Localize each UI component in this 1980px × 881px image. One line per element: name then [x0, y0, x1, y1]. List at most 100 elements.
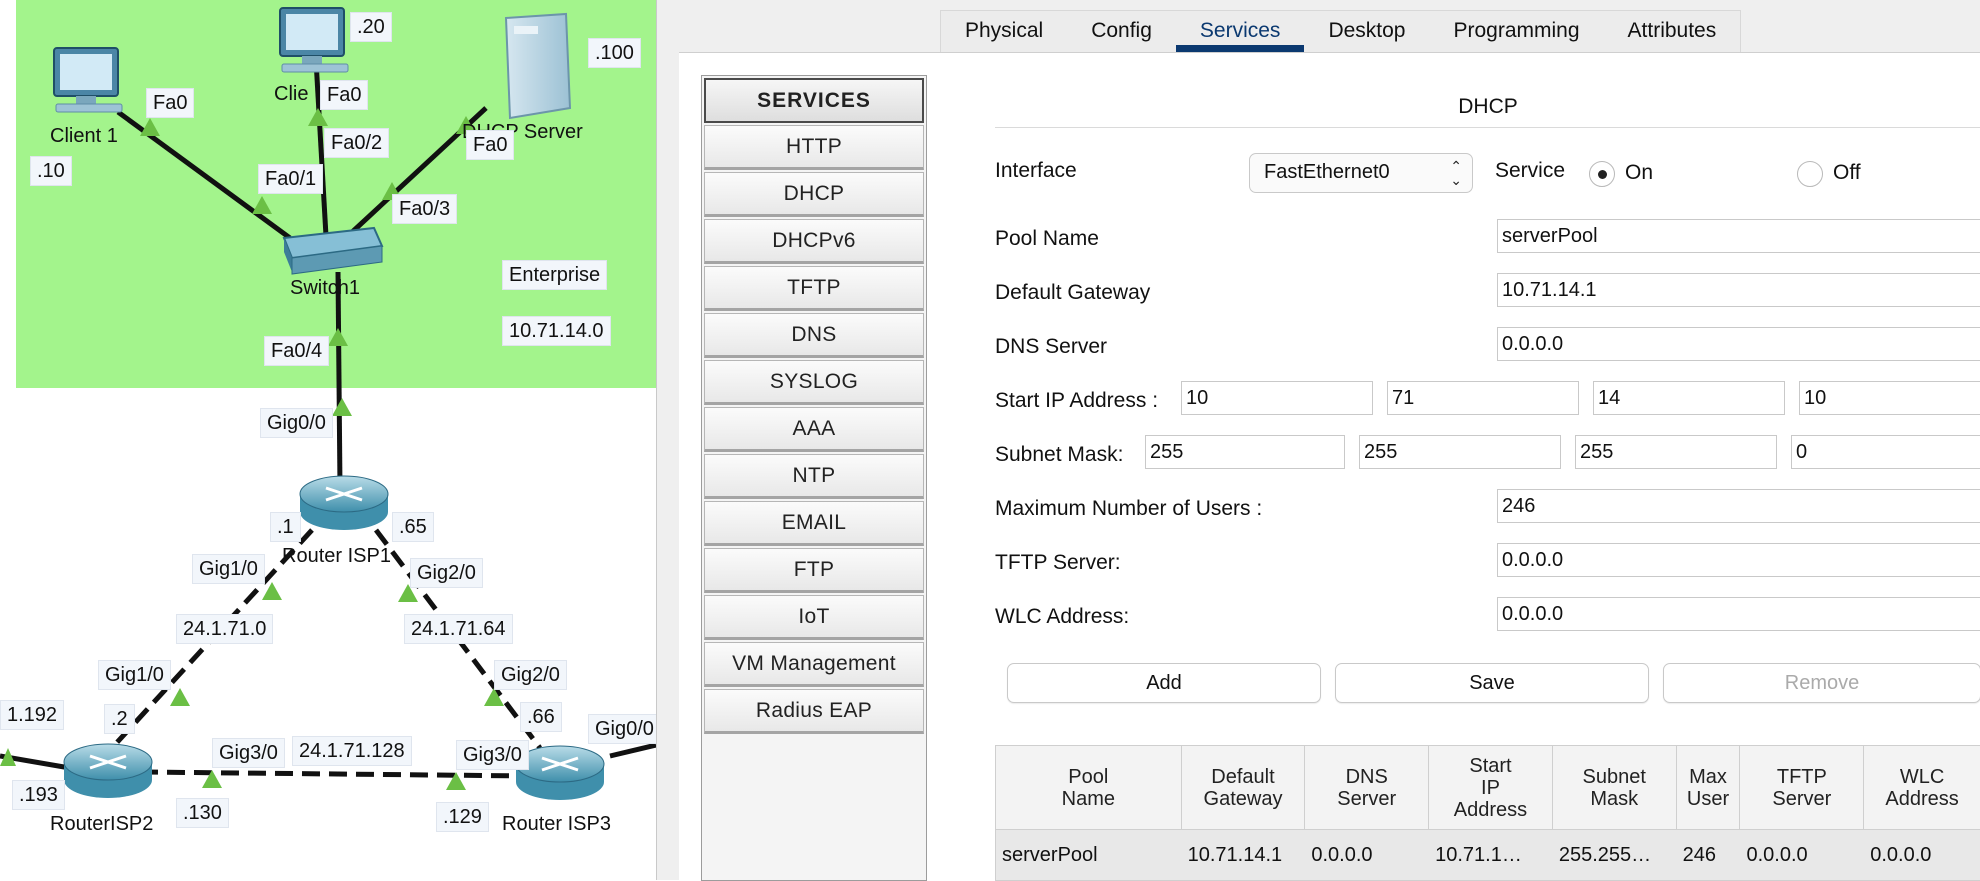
start-ip-octet-2[interactable]: [1387, 381, 1579, 415]
service-on-label: On: [1625, 161, 1654, 184]
cell-wlc-address: 0.0.0.0: [1870, 843, 1932, 866]
cell-start-ip: 10.71.1…: [1435, 843, 1522, 866]
tftp-server-label: TFTP Server:: [995, 551, 1121, 574]
switch1-name: Switch1: [290, 277, 361, 299]
table-row[interactable]: serverPool 10.71.14.1 0.0.0.0 10.71.1… 2…: [996, 830, 1980, 880]
client1-name: Client 1: [50, 125, 118, 147]
add-button[interactable]: Add: [1007, 663, 1321, 703]
services-menu-header: SERVICES: [704, 78, 924, 123]
services-menu: SERVICES HTTP DHCP DHCPv6 TFTP DNS SYSLO…: [701, 75, 927, 881]
dns-server-input[interactable]: [1497, 327, 1980, 361]
switch-fa03-label: Fa0/3: [392, 194, 458, 224]
r3-gig20-label: Gig2/0: [494, 660, 567, 690]
max-users-label: Maximum Number of Users :: [995, 497, 1263, 520]
cell-subnet-mask: 255.255…: [1558, 843, 1652, 866]
subnet-mask-octet-4[interactable]: [1791, 435, 1980, 469]
service-item-vm-management[interactable]: VM Management: [704, 642, 924, 687]
max-users-input[interactable]: [1497, 489, 1980, 523]
radio-selected-dot: [1598, 170, 1607, 179]
col-default-gateway: Default Gateway: [1182, 746, 1306, 829]
r2-gig30-label: Gig3/0: [212, 738, 285, 768]
col-start-ip: Start IP Address: [1429, 746, 1553, 829]
service-item-radius-eap[interactable]: Radius EAP: [704, 689, 924, 734]
r3-ip129-label: .129: [436, 802, 489, 832]
subnet-mask-octet-2[interactable]: [1359, 435, 1561, 469]
left-net-label: 1.192: [0, 700, 65, 730]
r1-ip1-label: .1: [270, 512, 301, 542]
col-max-user: Max User: [1677, 746, 1741, 829]
pool-name-label: Pool Name: [995, 227, 1099, 250]
wlc-address-label: WLC Address:: [995, 605, 1130, 628]
pool-name-input[interactable]: [1497, 219, 1980, 253]
r2-ip2-label: .2: [104, 704, 135, 734]
client1-port-label: Fa0: [146, 88, 195, 118]
start-ip-octet-3[interactable]: [1593, 381, 1785, 415]
router-isp1-name: Router ISP1: [282, 545, 391, 567]
tab-attributes[interactable]: Attributes: [1604, 11, 1741, 53]
services-content: SERVICES HTTP DHCP DHCPv6 TFTP DNS SYSLO…: [679, 52, 1980, 881]
chevron-up-down-icon: ⌃ ⌄: [1450, 158, 1462, 188]
tab-config[interactable]: Config: [1067, 11, 1176, 53]
router-isp3-icon: [515, 745, 605, 800]
tab-services[interactable]: Services: [1175, 11, 1305, 53]
service-off-radio[interactable]: [1797, 161, 1823, 187]
service-on-radio[interactable]: [1589, 161, 1615, 187]
col-wlc-address: WLC Address: [1885, 765, 1959, 810]
switch-fa01-label: Fa0/1: [258, 164, 324, 194]
tab-physical[interactable]: Physical: [941, 11, 1067, 53]
r2-ip130-label: .130: [176, 798, 229, 828]
service-item-email[interactable]: EMAIL: [704, 501, 924, 546]
subnet-mask-label: Subnet Mask:: [995, 443, 1124, 466]
service-item-ftp[interactable]: FTP: [704, 548, 924, 593]
r1-ip65-label: .65: [392, 512, 434, 542]
service-item-syslog[interactable]: SYSLOG: [704, 360, 924, 405]
start-ip-octet-4[interactable]: [1799, 381, 1980, 415]
default-gateway-input[interactable]: [1497, 273, 1980, 307]
server-port-label: Fa0: [466, 130, 515, 160]
dns-server-label: DNS Server: [995, 335, 1108, 358]
service-item-aaa[interactable]: AAA: [704, 407, 924, 452]
cell-dns-server: 0.0.0.0: [1311, 843, 1373, 866]
device-config-window: Physical Config Services Desktop Program…: [656, 0, 1980, 881]
client1-ip-label: .10: [30, 156, 72, 186]
default-gateway-label: Default Gateway: [995, 281, 1151, 304]
interface-select[interactable]: FastEthernet0 ⌃ ⌄: [1249, 153, 1473, 193]
net-24-1-71-64-label: 24.1.71.64: [404, 614, 513, 644]
cell-tftp-server: 0.0.0.0: [1746, 843, 1808, 866]
net-24-1-71-0-label: 24.1.71.0: [176, 614, 274, 644]
subnet-mask-octet-1[interactable]: [1145, 435, 1345, 469]
service-item-dhcp[interactable]: DHCP: [704, 172, 924, 217]
net-24-1-71-128-label: 24.1.71.128: [292, 736, 412, 766]
service-item-tftp[interactable]: TFTP: [704, 266, 924, 311]
subnet-mask-octet-3[interactable]: [1575, 435, 1777, 469]
r1-gig10-label: Gig1/0: [192, 554, 265, 584]
topology-canvas[interactable]: Client 1 Fa0 .10 .20 Clie Fa0 .100 DHCP …: [0, 0, 661, 880]
router-isp2-name: RouterISP2: [50, 813, 154, 835]
tab-desktop[interactable]: Desktop: [1304, 11, 1429, 53]
service-item-dhcpv6[interactable]: DHCPv6: [704, 219, 924, 264]
wlc-address-input[interactable]: [1497, 597, 1980, 631]
dhcp-server-icon: [504, 12, 572, 120]
dhcp-title: DHCP: [995, 81, 1980, 128]
tftp-server-input[interactable]: [1497, 543, 1980, 577]
service-off-label: Off: [1833, 161, 1861, 184]
client2-name: Clie: [274, 83, 309, 105]
col-subnet-mask: Subnet Mask: [1553, 746, 1677, 829]
start-ip-octet-1[interactable]: [1181, 381, 1373, 415]
start-ip-label: Start IP Address :: [995, 389, 1159, 412]
cell-default-gateway: 10.71.14.1: [1187, 843, 1283, 866]
service-item-http[interactable]: HTTP: [704, 125, 924, 170]
r3-ip66-label: .66: [520, 702, 562, 732]
router-isp3-name: Router ISP3: [502, 813, 611, 835]
router-isp1-icon: [299, 475, 389, 530]
service-item-iot[interactable]: IoT: [704, 595, 924, 640]
service-item-dns[interactable]: DNS: [704, 313, 924, 358]
remove-button[interactable]: Remove: [1663, 663, 1980, 703]
dhcp-panel: DHCP Interface FastEthernet0 ⌃ ⌄ Service …: [995, 81, 1980, 881]
switch-fa02-label: Fa0/2: [324, 128, 390, 158]
service-item-ntp[interactable]: NTP: [704, 454, 924, 499]
col-pool-name: Pool Name: [996, 746, 1182, 829]
save-button[interactable]: Save: [1335, 663, 1649, 703]
tab-programming[interactable]: Programming: [1429, 11, 1603, 53]
r2-gig10-label: Gig1/0: [98, 660, 171, 690]
